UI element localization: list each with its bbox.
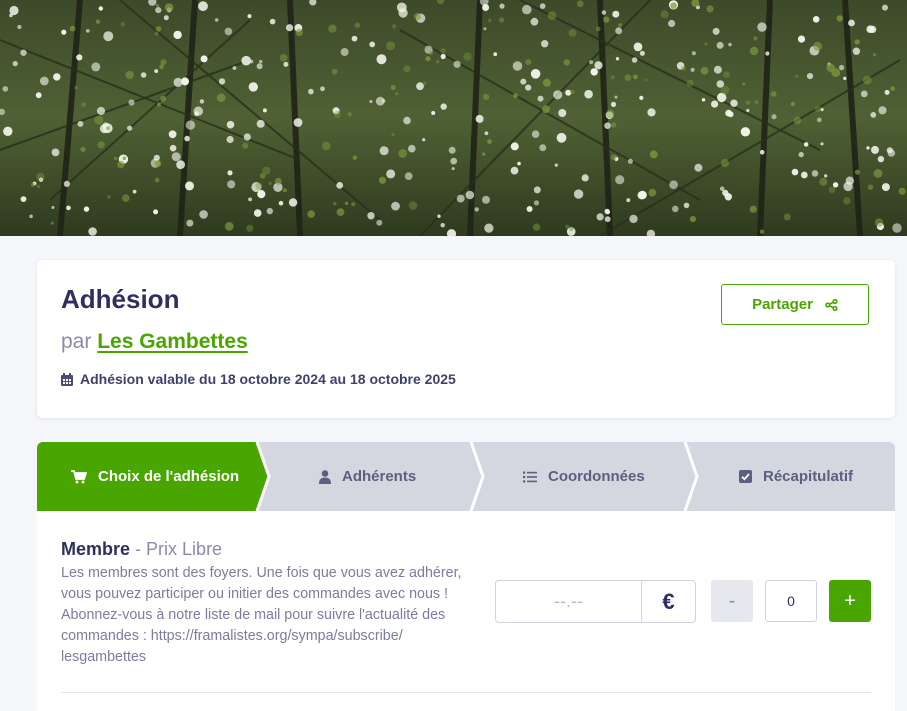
page-title: Adhésion xyxy=(61,284,180,314)
price-field: € xyxy=(495,580,696,623)
calendar-icon xyxy=(61,372,73,386)
banner-image xyxy=(0,0,907,236)
share-button[interactable]: Partager xyxy=(721,284,869,325)
validity-info: Adhésion valable du 18 octobre 2024 au 1… xyxy=(61,371,456,387)
tier-panel: Membre - Prix Libre Les membres sont des… xyxy=(37,511,895,711)
currency-symbol: € xyxy=(641,581,695,622)
cart-icon xyxy=(71,469,87,483)
decrease-quantity-button[interactable]: - xyxy=(711,580,753,622)
step-label-text: Récapitulatif xyxy=(763,468,854,485)
tier-heading: Membre - Prix Libre xyxy=(61,539,222,560)
header-card: Adhésion par Les Gambettes Adhésion vala… xyxy=(37,260,895,418)
step-choix-adhesion[interactable]: Choix de l'adhésion xyxy=(71,442,239,511)
organization-link[interactable]: Les Gambettes xyxy=(97,330,248,353)
quantity-input[interactable] xyxy=(765,580,817,622)
check-square-icon xyxy=(739,470,752,483)
validity-text: Adhésion valable du 18 octobre 2024 au 1… xyxy=(80,371,456,387)
step-adherents[interactable]: Adhérents xyxy=(319,442,416,511)
list-icon xyxy=(523,471,537,482)
increase-quantity-button[interactable]: + xyxy=(829,580,871,622)
flowering-trees-photo xyxy=(0,0,907,236)
by-prefix: par xyxy=(61,330,92,353)
step-label-text: Coordonnées xyxy=(548,468,645,485)
step-label-text: Choix de l'adhésion xyxy=(98,468,240,485)
step-coordonnees[interactable]: Coordonnées xyxy=(523,442,645,511)
byline: par Les Gambettes xyxy=(61,330,248,354)
step-label-text: Adhérents xyxy=(342,468,417,485)
checkout-steps: Choix de l'adhésion Adhérents Coordonnée… xyxy=(37,442,895,511)
share-icon xyxy=(825,298,838,311)
share-button-label: Partager xyxy=(752,296,813,313)
tier-name: Membre xyxy=(61,539,131,559)
user-icon xyxy=(319,469,331,484)
divider xyxy=(61,692,871,693)
step-recapitulatif[interactable]: Récapitulatif xyxy=(739,442,853,511)
tier-subtitle: - Prix Libre xyxy=(135,539,223,559)
price-input[interactable] xyxy=(496,581,641,622)
tier-description: Les membres sont des foyers. Une fois qu… xyxy=(61,565,462,665)
